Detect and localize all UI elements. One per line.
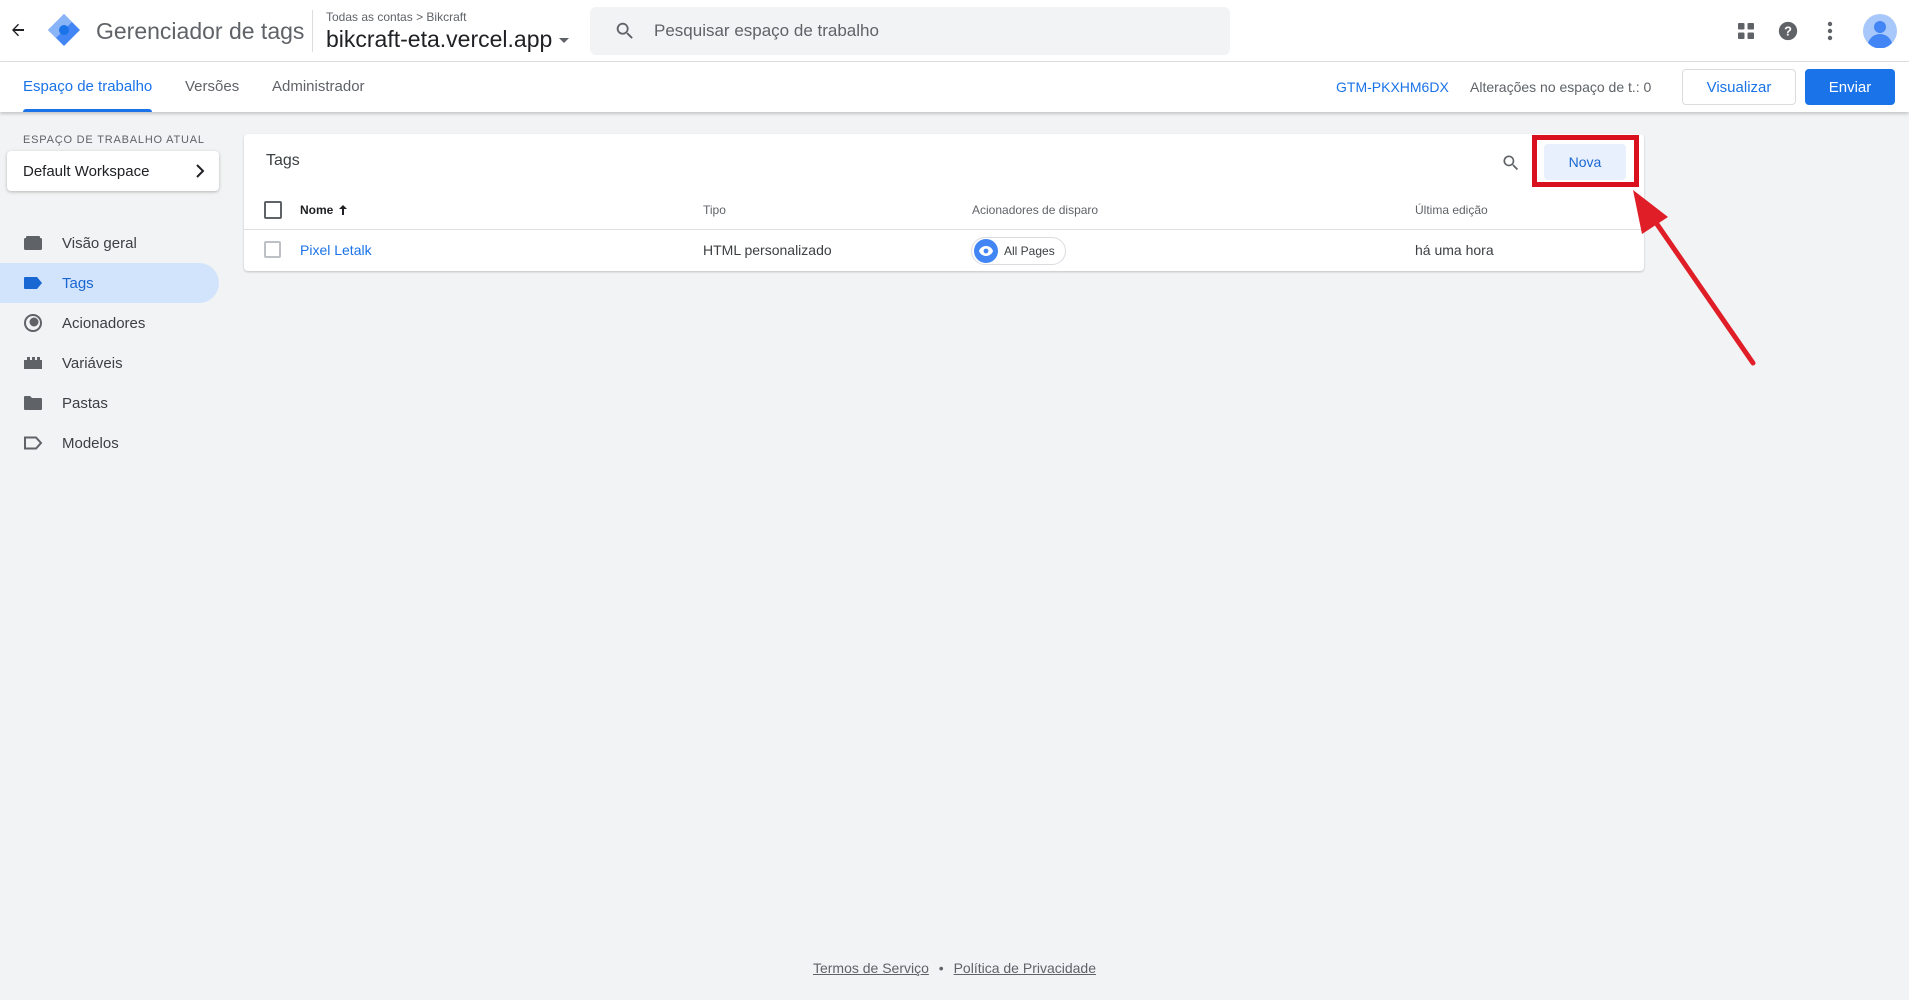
terms-link[interactable]: Termos de Serviço [813, 960, 929, 976]
table-row[interactable]: Pixel Letalk HTML personalizado All Page… [244, 230, 1644, 270]
workspace-changes-count: Alterações no espaço de t.: 0 [1470, 79, 1652, 95]
column-header-triggers[interactable]: Acionadores de disparo [972, 190, 1098, 230]
column-header-last-edited[interactable]: Última edição [1415, 190, 1488, 230]
column-label: Nome [300, 203, 334, 217]
breadcrumb: Todas as contas > Bikcraft [326, 10, 466, 24]
sidebar: ESPAÇO DE TRABALHO ATUAL Default Workspa… [0, 112, 230, 1000]
tags-card: Tags Nova Nome Tipo Acionadores de dispa… [244, 134, 1644, 271]
sidebar-item-templates[interactable]: Modelos [0, 423, 219, 463]
folder-icon [22, 392, 44, 414]
current-workspace-label: ESPAÇO DE TRABALHO ATUAL [23, 134, 205, 146]
search-input[interactable] [654, 21, 1214, 41]
product-name: Gerenciador de tags [96, 18, 305, 44]
sidebar-item-label: Variáveis [62, 354, 123, 372]
sidebar-item-folders[interactable]: Pastas [0, 383, 219, 423]
footer: Termos de Serviço • Política de Privacid… [0, 960, 1909, 976]
tab-workspace[interactable]: Espaço de trabalho [23, 62, 153, 112]
row-checkbox[interactable] [264, 241, 281, 258]
chevron-right-icon [196, 164, 205, 178]
variables-icon [22, 352, 44, 374]
search-icon[interactable] [1498, 150, 1524, 176]
gtm-logo-icon[interactable] [46, 12, 82, 48]
sidebar-item-label: Modelos [62, 434, 119, 452]
apps-grid-icon[interactable] [1725, 10, 1767, 52]
sidebar-item-label: Pastas [62, 394, 108, 412]
trigger-chip[interactable]: All Pages [971, 237, 1066, 265]
workspace-selector[interactable]: Default Workspace [7, 151, 219, 191]
breadcrumb-account[interactable]: Bikcraft [426, 10, 466, 24]
sidebar-item-overview[interactable]: Visão geral [0, 223, 219, 263]
template-icon [22, 432, 44, 454]
workspace-name: Default Workspace [23, 162, 150, 180]
top-actions: ? [1725, 10, 1909, 52]
sidebar-item-triggers[interactable]: Acionadores [0, 303, 219, 343]
overview-icon [22, 232, 44, 254]
annotation-arrow [1620, 190, 1760, 375]
dropdown-caret-icon [559, 37, 570, 43]
trigger-icon [22, 312, 44, 334]
privacy-link[interactable]: Política de Privacidade [954, 960, 1096, 976]
sidebar-item-variables[interactable]: Variáveis [0, 343, 219, 383]
submit-button[interactable]: Enviar [1805, 69, 1895, 105]
highlight-box [1532, 135, 1639, 187]
container-id-link[interactable]: GTM-PKXHM6DX [1336, 62, 1449, 112]
sidebar-item-label: Tags [62, 274, 94, 292]
workspace-subnav: Espaço de trabalho Versões Administrador… [0, 62, 1909, 112]
preview-button[interactable]: Visualizar [1682, 69, 1796, 105]
tab-versions[interactable]: Versões [185, 62, 239, 112]
column-header-type[interactable]: Tipo [703, 190, 726, 230]
breadcrumb-separator: > [416, 10, 424, 24]
column-header-name[interactable]: Nome [300, 190, 349, 230]
header-divider [312, 10, 313, 52]
search-icon [616, 22, 633, 39]
tag-type: HTML personalizado [703, 242, 832, 258]
trigger-chip-label: All Pages [1004, 244, 1055, 258]
tag-last-edited: há uma hora [1415, 242, 1494, 258]
sidebar-item-tags[interactable]: Tags [0, 263, 219, 303]
table-header: Nome Tipo Acionadores de disparo Última … [244, 190, 1644, 230]
breadcrumb-accounts[interactable]: Todas as contas [326, 10, 413, 24]
tab-admin[interactable]: Administrador [272, 62, 365, 112]
more-vert-icon[interactable] [1809, 10, 1851, 52]
sidebar-item-label: Visão geral [62, 234, 137, 252]
svg-text:?: ? [1784, 24, 1792, 39]
sidebar-item-label: Acionadores [62, 314, 146, 332]
sort-arrow-up-icon [339, 205, 348, 215]
avatar-icon[interactable] [1851, 10, 1909, 52]
tag-icon [22, 272, 44, 294]
eye-icon [974, 239, 998, 263]
workspace-search[interactable] [590, 7, 1230, 55]
help-icon[interactable]: ? [1767, 10, 1809, 52]
card-title: Tags [266, 152, 300, 169]
top-app-bar: Gerenciador de tags Todas as contas > Bi… [0, 0, 1909, 62]
container-selector[interactable]: bikcraft-eta.vercel.app [326, 26, 570, 53]
select-all-checkbox[interactable] [264, 201, 282, 219]
container-name: bikcraft-eta.vercel.app [326, 26, 553, 52]
footer-separator: • [938, 960, 944, 976]
back-arrow-icon[interactable] [6, 18, 30, 42]
tag-name-link[interactable]: Pixel Letalk [300, 230, 372, 270]
